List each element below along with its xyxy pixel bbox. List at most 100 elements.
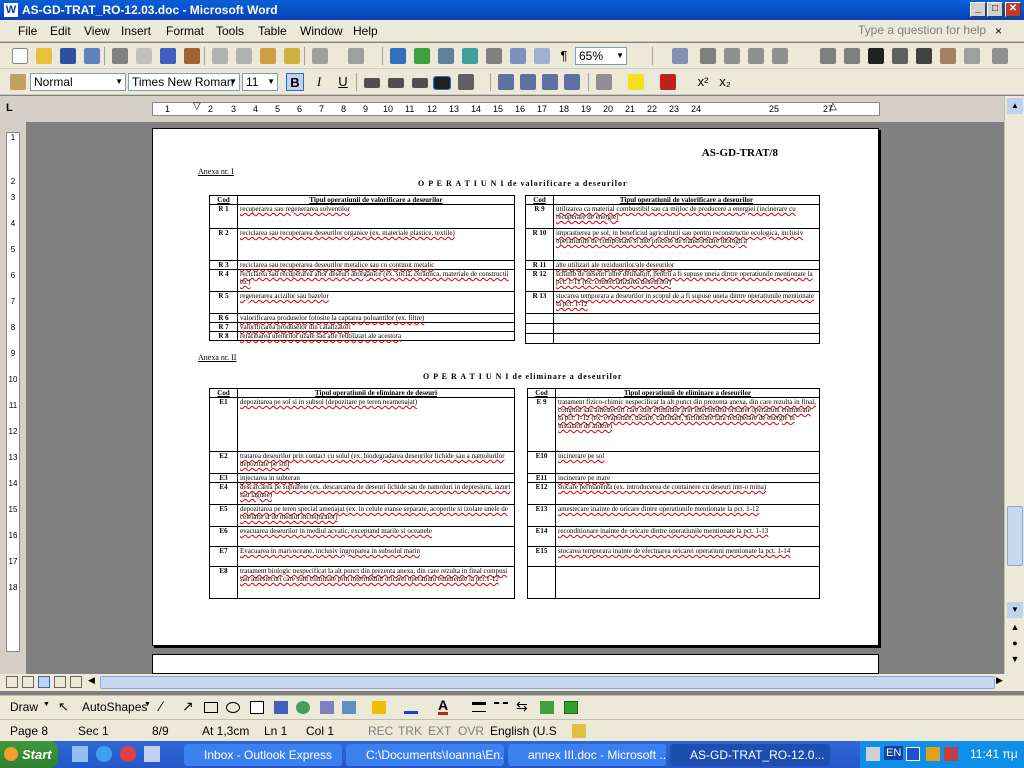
highlight-icon[interactable] — [628, 74, 644, 90]
set-transparent-icon[interactable] — [964, 48, 980, 64]
check-box-icon[interactable] — [724, 48, 740, 64]
redo-icon[interactable] — [348, 48, 364, 64]
horizontal-ruler[interactable]: L 1 2 3 4 5 6 7 8 9 10 11 12 13 14 15 16… — [0, 96, 1024, 122]
task-active-document[interactable]: AS-GD-TRAT_RO-12.0... — [670, 744, 830, 766]
align-right-icon[interactable] — [412, 78, 428, 88]
status-ext[interactable]: EXT — [428, 724, 451, 738]
autoshapes-menu-button[interactable]: AutoShapes — [82, 700, 147, 714]
antivirus-tray-icon[interactable] — [944, 747, 958, 761]
line-color-icon[interactable] — [404, 701, 418, 714]
picture-icon[interactable] — [672, 48, 688, 64]
shadow-style-icon[interactable] — [540, 701, 554, 714]
shading-icon[interactable] — [772, 48, 788, 64]
drawing-icon[interactable] — [510, 48, 526, 64]
research-icon[interactable] — [184, 48, 200, 64]
align-left-icon[interactable] — [364, 78, 380, 88]
ask-question-box[interactable]: Type a question for help — [858, 23, 988, 39]
maximize-button[interactable]: □ — [987, 2, 1003, 17]
spelling-status-icon[interactable] — [572, 724, 586, 738]
quicklaunch-media-icon[interactable] — [120, 746, 136, 762]
cut-icon[interactable] — [212, 48, 228, 64]
scroll-thumb[interactable] — [1007, 506, 1023, 566]
ruler-scale[interactable]: 1 2 3 4 5 6 7 8 9 10 11 12 13 14 15 16 1… — [152, 101, 880, 116]
scroll-down-arrow-icon[interactable]: ▼ — [1007, 602, 1023, 618]
print-preview-icon[interactable] — [136, 48, 152, 64]
new-document-icon[interactable] — [12, 48, 28, 64]
hyperlink-icon[interactable] — [390, 48, 406, 64]
fill-color-icon[interactable] — [372, 701, 386, 714]
vertical-scrollbar[interactable]: ▲ ▼ ▲ ● ▼ — [1004, 96, 1024, 674]
decrease-indent-icon[interactable] — [542, 74, 558, 90]
bullets-icon[interactable] — [520, 74, 536, 90]
arrow-style-icon[interactable]: ⇆ — [516, 698, 528, 715]
language-indicator[interactable]: EN — [884, 746, 904, 760]
web-layout-icon[interactable] — [22, 676, 34, 688]
insert-table-icon[interactable] — [438, 48, 454, 64]
word-app-icon[interactable]: W — [4, 3, 18, 17]
document-map-icon[interactable] — [534, 48, 550, 64]
volume-icon[interactable] — [866, 747, 880, 761]
select-objects-icon[interactable]: ↖ — [58, 699, 69, 715]
outline-view-icon[interactable] — [54, 676, 66, 688]
hscroll-thumb[interactable] — [100, 676, 995, 689]
oval-icon[interactable] — [226, 702, 240, 713]
right-indent-marker-icon[interactable]: △ — [829, 101, 837, 112]
menu-help[interactable]: Help — [353, 24, 378, 38]
line-style-icon[interactable] — [472, 702, 486, 712]
crop-icon[interactable] — [820, 48, 836, 64]
line-spacing-icon[interactable] — [458, 74, 474, 90]
menu-table[interactable]: Table — [258, 24, 287, 38]
permission-icon[interactable] — [84, 48, 100, 64]
scroll-up-arrow-icon[interactable]: ▲ — [1007, 98, 1023, 114]
line-icon[interactable]: ∕ — [160, 698, 162, 714]
previous-page-icon[interactable]: ▲ — [1007, 622, 1023, 636]
print-icon[interactable] — [112, 48, 128, 64]
indent-marker-icon[interactable]: ▽ — [193, 101, 201, 112]
italic-button[interactable]: I — [310, 73, 328, 91]
menu-view[interactable]: View — [84, 24, 110, 38]
wordart-icon[interactable] — [274, 701, 288, 714]
menu-window[interactable]: Window — [300, 24, 343, 38]
vertical-ruler[interactable]: 1 2 3 4 5 6 7 8 9 10 11 12 13 14 15 16 1… — [0, 122, 26, 674]
clipart-icon[interactable] — [320, 701, 334, 714]
horizontal-scrollbar[interactable]: ◀ ▶ — [0, 674, 1024, 691]
menu-tools[interactable]: Tools — [216, 24, 244, 38]
textbox-icon[interactable] — [250, 701, 264, 714]
status-ovr[interactable]: OVR — [458, 724, 484, 738]
font-color-a-icon[interactable]: A — [438, 698, 449, 715]
security-tray-icon[interactable] — [926, 747, 940, 761]
rectangle-icon[interactable] — [204, 702, 218, 713]
format-picture-icon[interactable] — [940, 48, 956, 64]
tables-borders-icon[interactable] — [414, 48, 430, 64]
task-outlook-express[interactable]: Inbox - Outlook Express — [184, 744, 342, 766]
reading-layout-icon[interactable] — [70, 676, 82, 688]
rotate-icon[interactable] — [844, 48, 860, 64]
text-wrap-icon[interactable] — [916, 48, 932, 64]
insert-excel-icon[interactable] — [462, 48, 478, 64]
print-layout-icon[interactable] — [38, 676, 50, 688]
quicklaunch-ie-icon[interactable] — [96, 746, 112, 762]
subscript-icon[interactable]: x₂ — [716, 73, 734, 91]
tab-selector-icon[interactable]: L — [6, 102, 13, 114]
arrow-icon[interactable]: ↗ — [182, 698, 194, 715]
columns-icon[interactable] — [486, 48, 502, 64]
draw-menu-button[interactable]: Draw — [10, 700, 38, 714]
3d-style-icon[interactable] — [564, 701, 578, 714]
menu-file[interactable]: File — [18, 24, 37, 38]
status-trk[interactable]: TRK — [398, 724, 422, 738]
undo-icon[interactable] — [312, 48, 328, 64]
numbering-icon[interactable] — [498, 74, 514, 90]
font-color-icon[interactable] — [660, 74, 676, 90]
quicklaunch-desktop-icon[interactable] — [72, 746, 88, 762]
forms-icon[interactable] — [700, 48, 716, 64]
copy-icon[interactable] — [236, 48, 252, 64]
task-explorer-folder[interactable]: C:\Documents\Ioanna\En... — [346, 744, 504, 766]
insert-picture-icon[interactable] — [342, 701, 356, 714]
task-annex-doc[interactable]: annex III.doc - Microsoft ... — [508, 744, 666, 766]
font-select[interactable]: Times New Roman ▼ — [128, 73, 240, 91]
style-select[interactable]: Normal ▼ — [30, 73, 126, 91]
select-browse-object-icon[interactable]: ● — [1007, 638, 1023, 652]
quicklaunch-outlook-icon[interactable] — [144, 746, 160, 762]
increase-indent-icon[interactable] — [564, 74, 580, 90]
reset-picture-icon[interactable] — [992, 48, 1008, 64]
